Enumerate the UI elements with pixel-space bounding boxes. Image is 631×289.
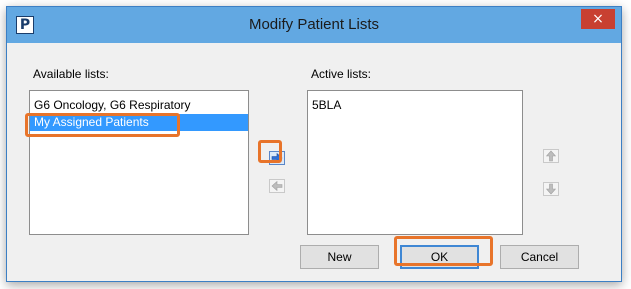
arrow-up-icon bbox=[546, 150, 556, 162]
active-list-item[interactable]: 5BLA bbox=[308, 97, 522, 114]
move-down-button[interactable] bbox=[543, 182, 559, 196]
active-lists-label: Active lists: bbox=[311, 67, 372, 81]
active-lists-box[interactable]: 5BLA bbox=[307, 90, 523, 235]
move-up-button[interactable] bbox=[543, 149, 559, 163]
title-bar: P Modify Patient Lists × bbox=[7, 7, 621, 43]
available-lists-box[interactable]: G6 Oncology, G6 Respiratory My Assigned … bbox=[29, 90, 249, 235]
ok-button-highlight bbox=[394, 236, 493, 266]
arrow-down-icon bbox=[546, 183, 556, 195]
arrow-left-icon bbox=[271, 181, 283, 191]
available-list-item[interactable]: G6 Oncology, G6 Respiratory bbox=[30, 97, 248, 114]
add-button-highlight bbox=[258, 140, 282, 163]
available-lists-label: Available lists: bbox=[33, 67, 109, 81]
cancel-button[interactable]: Cancel bbox=[500, 245, 579, 269]
close-icon: × bbox=[592, 11, 604, 27]
close-button[interactable]: × bbox=[581, 9, 615, 29]
dialog-title: Modify Patient Lists bbox=[248, 16, 380, 33]
new-button[interactable]: New bbox=[300, 245, 379, 269]
selected-item-highlight bbox=[25, 113, 180, 137]
modify-patient-lists-dialog: P Modify Patient Lists × Available lists… bbox=[6, 6, 622, 282]
remove-from-active-button[interactable] bbox=[269, 179, 285, 193]
